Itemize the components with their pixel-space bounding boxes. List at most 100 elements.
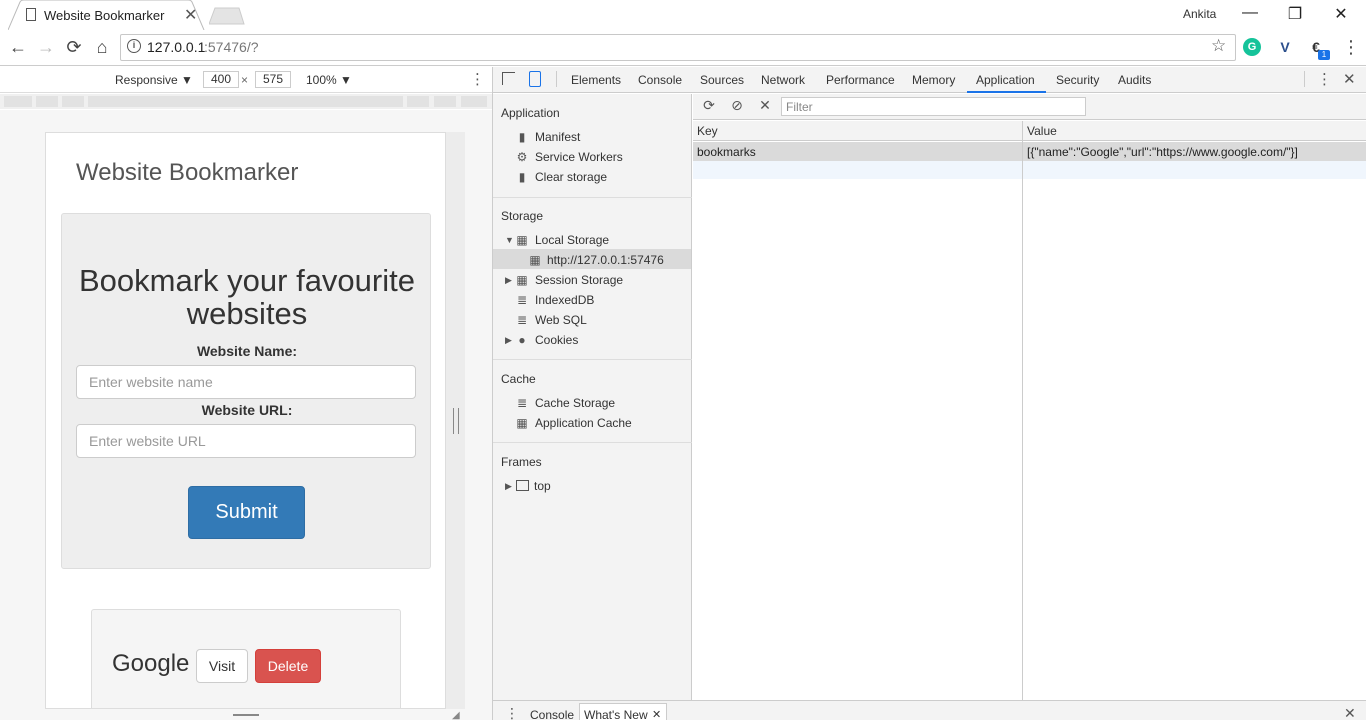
sidebar-item-cookies[interactable]: Cookies xyxy=(535,333,578,347)
grid-icon: ▦ xyxy=(516,273,528,287)
info-icon[interactable]: i xyxy=(127,39,141,53)
device-toggle-icon[interactable] xyxy=(529,71,541,87)
expand-right-icon[interactable]: ▶ xyxy=(505,481,512,492)
devtools-close-icon[interactable]: ✕ xyxy=(1343,70,1356,88)
grammarly-icon[interactable]: G xyxy=(1243,38,1261,56)
extension-v-icon[interactable]: V xyxy=(1276,38,1294,56)
resize-handle-right[interactable] xyxy=(453,408,459,434)
sidebar-item-cache-storage[interactable]: Cache Storage xyxy=(535,396,615,410)
chrome-menu-icon[interactable]: ⋮ xyxy=(1342,37,1360,58)
cell-key[interactable]: bookmarks xyxy=(697,145,756,159)
delete-button[interactable]: Delete xyxy=(255,649,321,683)
url-path: :57476/? xyxy=(204,39,259,55)
expand-right-icon[interactable]: ▶ xyxy=(505,335,512,346)
tab-application[interactable]: Application xyxy=(976,73,1035,87)
ruler-segment[interactable] xyxy=(461,96,487,107)
visit-button[interactable]: Visit xyxy=(196,649,248,683)
tabbar-divider xyxy=(1304,71,1305,87)
expand-right-icon[interactable]: ▶ xyxy=(505,275,512,286)
drawer-menu-icon[interactable]: ⋮ xyxy=(505,705,519,722)
tab-performance[interactable]: Performance xyxy=(826,73,895,87)
dimension-separator: × xyxy=(241,73,249,87)
close-window-button[interactable]: ✕ xyxy=(1326,4,1356,24)
ruler-segment[interactable] xyxy=(434,96,456,107)
sidebar-item-session-storage[interactable]: Session Storage xyxy=(535,273,623,287)
back-button[interactable]: ← xyxy=(7,36,29,58)
forward-button[interactable]: → xyxy=(35,36,57,58)
device-zoom-select[interactable]: 100% ▼ xyxy=(306,73,352,87)
column-header-value[interactable]: Value xyxy=(1027,124,1057,138)
tab-close-icon[interactable]: ✕ xyxy=(184,5,197,25)
ruler-segment[interactable] xyxy=(88,96,403,107)
sidebar-item-application-cache[interactable]: Application Cache xyxy=(535,416,632,430)
drawer-close-icon[interactable]: ✕ xyxy=(1344,705,1356,722)
table-row-empty[interactable] xyxy=(693,161,1366,179)
cell-value[interactable]: [{"name":"Google","url":"https://www.goo… xyxy=(1027,145,1298,159)
tab-sources[interactable]: Sources xyxy=(700,73,744,87)
ruler-segment[interactable] xyxy=(62,96,84,107)
trash-icon: ▮ xyxy=(518,170,526,184)
ruler-segment[interactable] xyxy=(36,96,58,107)
device-viewport: Website Bookmarker Bookmark your favouri… xyxy=(45,132,446,709)
sidebar-item-local-storage[interactable]: Local Storage xyxy=(535,233,609,247)
resize-corner-icon[interactable]: ◢ xyxy=(452,710,460,721)
sidebar-item-frame-top[interactable]: top xyxy=(534,479,551,493)
devtools-menu-icon[interactable]: ⋮ xyxy=(1317,70,1332,88)
submit-button[interactable]: Submit xyxy=(188,486,305,539)
clear-all-icon[interactable]: ⊘ xyxy=(728,97,746,114)
gear-icon: ⚙ xyxy=(516,150,528,164)
ruler-segment[interactable] xyxy=(407,96,429,107)
reload-button[interactable]: ⟳ xyxy=(63,36,85,58)
restore-button[interactable]: ❐ xyxy=(1280,4,1310,24)
drawer-tab-close-icon[interactable]: ✕ xyxy=(652,708,661,721)
minimize-button[interactable]: — xyxy=(1235,4,1265,24)
filter-input[interactable] xyxy=(781,97,1086,116)
sidebar-divider xyxy=(493,442,692,443)
tab-elements[interactable]: Elements xyxy=(571,73,621,87)
grid-icon: ▦ xyxy=(516,233,528,247)
sidebar-heading-application: Application xyxy=(501,106,560,120)
sidebar-item-manifest[interactable]: Manifest xyxy=(535,130,580,144)
bookmark-star-icon[interactable]: ☆ xyxy=(1211,36,1226,56)
sidebar-heading-storage: Storage xyxy=(501,209,544,223)
extension-badge-count: 1 xyxy=(1318,50,1330,60)
website-url-label: Website URL: xyxy=(201,402,293,418)
tab-audits[interactable]: Audits xyxy=(1118,73,1151,87)
frame-icon xyxy=(516,480,529,491)
home-button[interactable]: ⌂ xyxy=(91,36,113,58)
grid-icon: ▦ xyxy=(529,253,541,267)
address-bar[interactable] xyxy=(120,34,1236,61)
tab-console[interactable]: Console xyxy=(638,73,682,87)
column-divider[interactable] xyxy=(1022,121,1023,700)
database-icon: ≣ xyxy=(516,313,528,327)
media-query-ruler[interactable] xyxy=(0,94,492,109)
sidebar-divider xyxy=(493,359,692,360)
inspect-element-icon[interactable] xyxy=(502,72,515,85)
device-height-input[interactable]: 575 xyxy=(255,71,291,88)
bookmark-name: Google xyxy=(112,650,190,677)
database-icon: ≣ xyxy=(516,293,528,307)
sidebar-item-local-origin[interactable]: http://127.0.0.1:57476 xyxy=(547,253,664,267)
expand-down-icon[interactable]: ▼ xyxy=(505,235,514,245)
new-tab-button[interactable] xyxy=(208,7,245,28)
delete-selected-icon[interactable]: ✕ xyxy=(756,97,774,114)
device-mode-select[interactable]: Responsive ▼ xyxy=(115,73,193,87)
refresh-icon[interactable]: ⟳ xyxy=(700,97,718,114)
sidebar-item-indexeddb[interactable]: IndexedDB xyxy=(535,293,594,307)
tab-security[interactable]: Security xyxy=(1056,73,1099,87)
column-header-key[interactable]: Key xyxy=(697,124,718,138)
sidebar-heading-cache: Cache xyxy=(501,372,536,386)
page-title: Website Bookmarker xyxy=(76,159,299,186)
website-name-input[interactable] xyxy=(76,365,416,399)
resize-handle-bottom[interactable] xyxy=(233,714,259,716)
sidebar-item-clear-storage[interactable]: Clear storage xyxy=(535,170,607,184)
ruler-segment[interactable] xyxy=(4,96,32,107)
device-width-input[interactable]: 400 xyxy=(203,71,239,88)
profile-name[interactable]: Ankita xyxy=(1183,7,1216,21)
device-more-icon[interactable]: ⋮ xyxy=(470,70,485,88)
sidebar-item-websql[interactable]: Web SQL xyxy=(535,313,587,327)
tab-network[interactable]: Network xyxy=(761,73,805,87)
sidebar-item-service-workers[interactable]: Service Workers xyxy=(535,150,623,164)
website-url-input[interactable] xyxy=(76,424,416,458)
tab-memory[interactable]: Memory xyxy=(912,73,955,87)
